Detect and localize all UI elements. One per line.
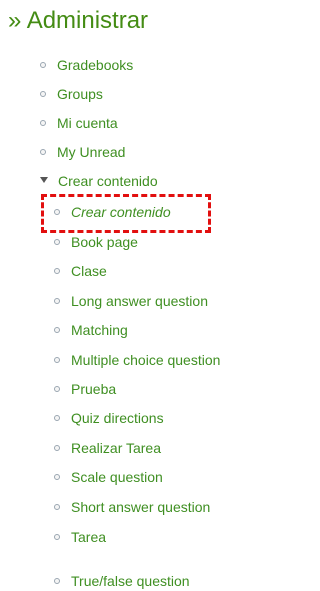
menu-item-label: Scale question bbox=[71, 469, 163, 485]
bullet-icon bbox=[54, 504, 60, 510]
menu-title: » Administrar bbox=[8, 7, 149, 34]
menu-item-label: My Unread bbox=[57, 144, 126, 160]
menu-item-label: Gradebooks bbox=[57, 57, 134, 73]
bullet-icon bbox=[54, 534, 60, 540]
menu-item-label: Tarea bbox=[71, 529, 107, 545]
bullet-icon bbox=[54, 298, 60, 304]
bullet-icon bbox=[54, 445, 60, 451]
bullet-icon bbox=[54, 209, 60, 215]
bullet-icon bbox=[40, 120, 46, 126]
bullet-icon bbox=[54, 357, 60, 363]
menu-item-label: Matching bbox=[71, 322, 128, 338]
menu-item-label: Crear contenido bbox=[58, 173, 158, 189]
bullet-icon bbox=[54, 578, 60, 584]
bullet-icon bbox=[40, 149, 46, 155]
menu-item-label: Book page bbox=[71, 234, 138, 250]
menu-item-label: Realizar Tarea bbox=[71, 440, 162, 456]
menu-item-label: Mi cuenta bbox=[57, 115, 118, 131]
menu-item-label: Short answer question bbox=[71, 499, 211, 515]
menu-item-label: Clase bbox=[71, 263, 107, 279]
menu-item-label: Groups bbox=[57, 86, 103, 102]
menu-item-label: Multiple choice question bbox=[71, 352, 221, 368]
bullet-icon bbox=[40, 62, 46, 68]
bullet-icon bbox=[54, 239, 60, 245]
bullet-icon bbox=[54, 327, 60, 333]
menu-item-label: Quiz directions bbox=[71, 410, 164, 426]
bullet-icon bbox=[54, 474, 60, 480]
menu-item-label: Long answer question bbox=[71, 293, 208, 309]
expanded-caret-icon bbox=[40, 177, 48, 183]
menu-item-label: True/false question bbox=[71, 573, 190, 589]
menu-item-label: Crear contenido bbox=[71, 204, 171, 220]
menu-item-label: Prueba bbox=[71, 381, 117, 397]
bullet-icon bbox=[40, 91, 46, 97]
bullet-icon bbox=[54, 268, 60, 274]
bullet-icon bbox=[54, 415, 60, 421]
bullet-icon bbox=[54, 386, 60, 392]
